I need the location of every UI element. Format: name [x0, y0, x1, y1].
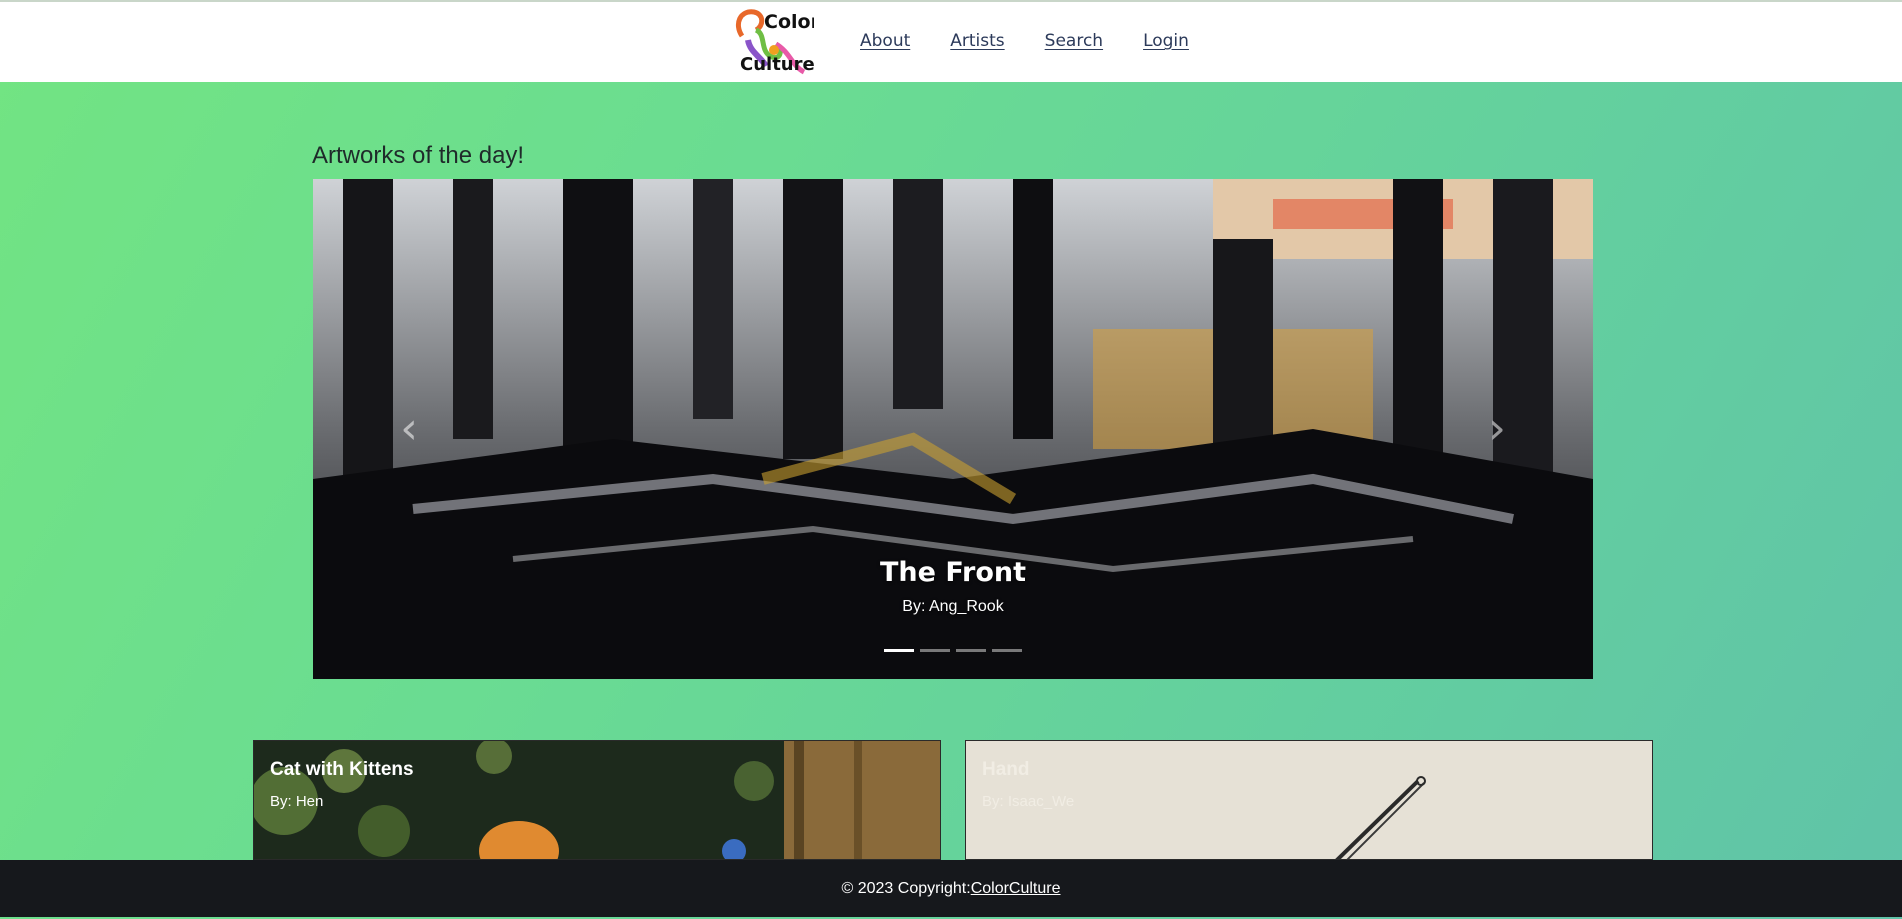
nav-about-link[interactable]: About — [860, 31, 910, 51]
top-navbar: Color Culture About Artists Search Login — [0, 0, 1902, 82]
footer-colorculture-link[interactable]: ColorCulture — [971, 880, 1061, 897]
carousel-indicator-1[interactable] — [884, 649, 914, 652]
artwork-card-cat-with-kittens[interactable]: Cat with Kittens By: Hen — [253, 740, 941, 860]
artwork-card-hand[interactable]: Hand By: Isaac_We — [965, 740, 1653, 860]
footer-copyright: © 2023 Copyright: — [841, 880, 971, 897]
chevron-right-icon: › — [1488, 403, 1506, 454]
site-footer: © 2023 Copyright:ColorCulture — [0, 860, 1902, 917]
section-title: Artworks of the day! — [312, 142, 525, 169]
nav-login-link[interactable]: Login — [1143, 31, 1189, 51]
carousel-indicator-3[interactable] — [956, 649, 986, 652]
card-artwork-title: Hand — [982, 759, 1030, 780]
nav-search-link[interactable]: Search — [1045, 31, 1103, 51]
svg-text:Color: Color — [764, 11, 814, 33]
color-culture-logo-icon: Color Culture — [736, 9, 814, 75]
card-artwork-artist: By: Isaac_We — [982, 793, 1075, 810]
chevron-left-icon: ‹ — [400, 403, 418, 454]
carousel-indicators — [313, 649, 1593, 652]
carousel-artwork-title: The Front — [879, 557, 1027, 588]
carousel-indicator-4[interactable] — [992, 649, 1022, 652]
card-artwork-artist: By: Hen — [270, 793, 324, 810]
artwork-carousel[interactable]: ‹ › The Front By: Ang_Rook — [313, 179, 1593, 679]
carousel-prev-button[interactable]: ‹ — [389, 403, 429, 455]
main-nav: About Artists Search Login — [860, 31, 1189, 51]
carousel-next-button[interactable]: › — [1477, 403, 1517, 455]
carousel-indicator-2[interactable] — [920, 649, 950, 652]
carousel-caption: The Front By: Ang_Rook — [313, 557, 1593, 616]
nav-artists-link[interactable]: Artists — [950, 31, 1004, 51]
site-logo[interactable]: Color Culture — [730, 6, 814, 82]
carousel-artwork-artist: By: Ang_Rook — [902, 598, 1004, 615]
svg-text:Culture: Culture — [740, 54, 814, 75]
card-artwork-title: Cat with Kittens — [270, 759, 414, 780]
